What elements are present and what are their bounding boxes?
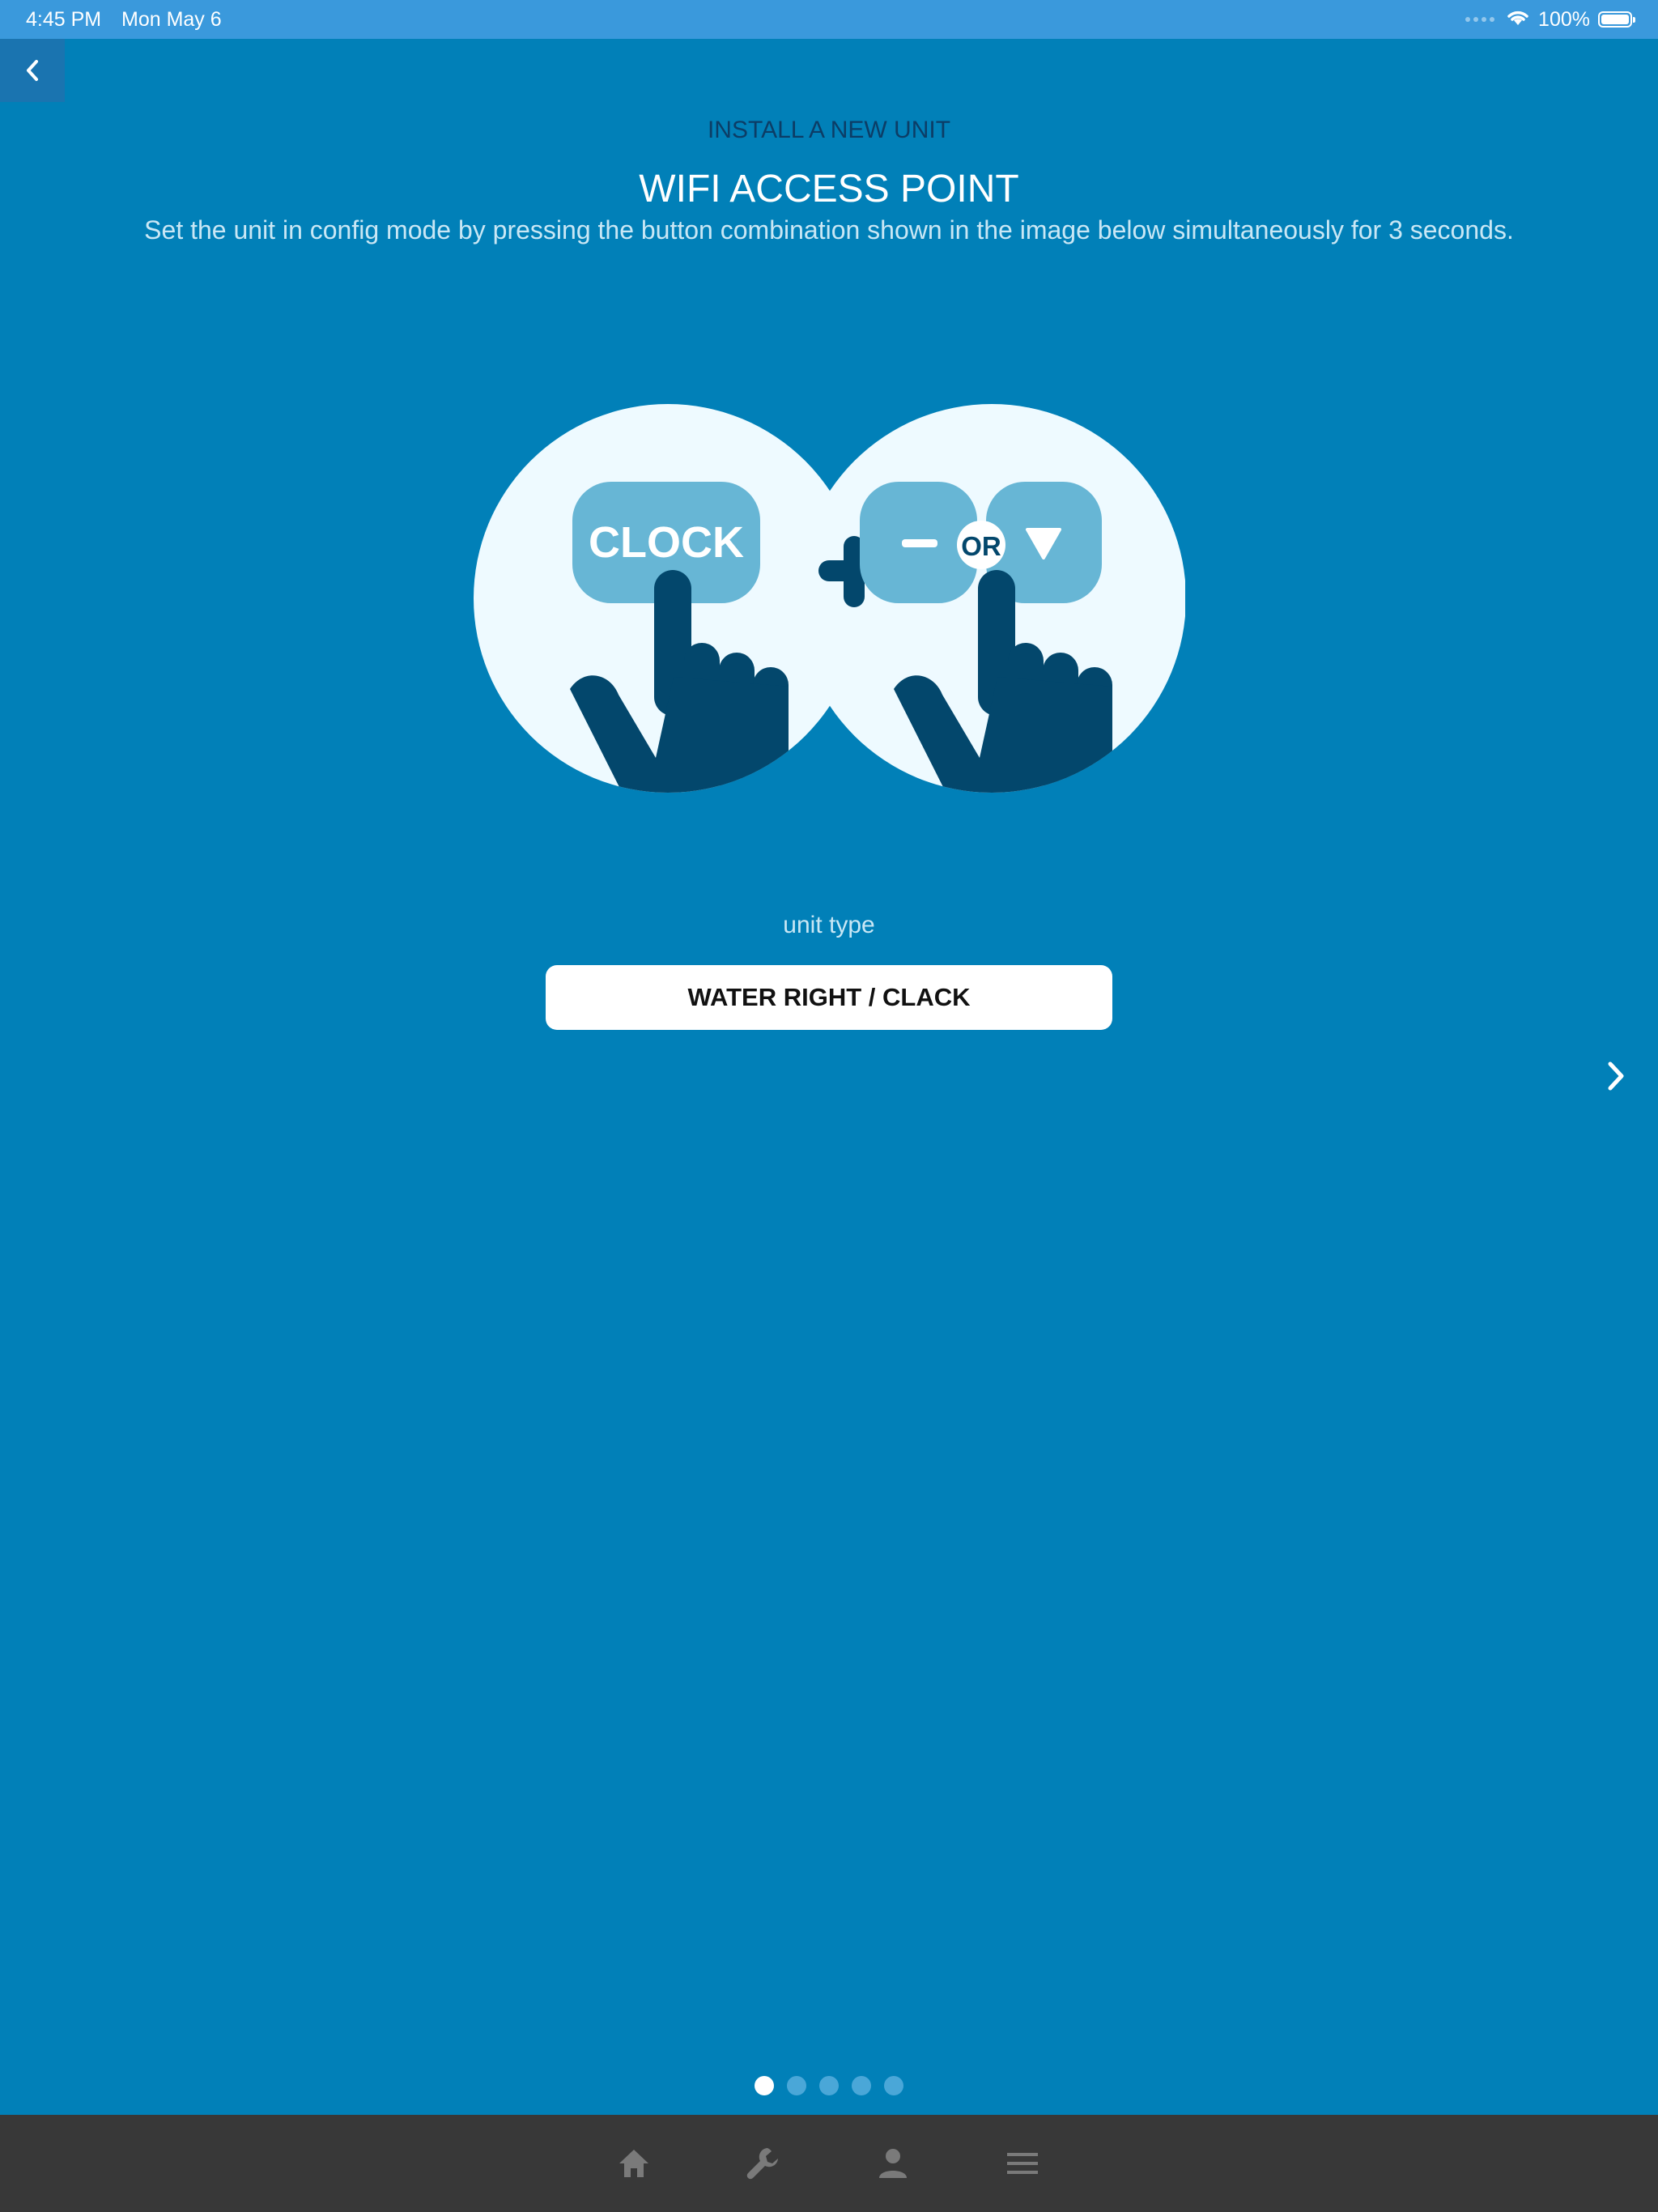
tab-account[interactable] <box>873 2143 913 2184</box>
back-button[interactable] <box>0 39 65 102</box>
minus-icon <box>902 539 937 547</box>
person-icon <box>879 2149 907 2178</box>
status-indicators: 100% <box>1465 5 1635 34</box>
page-title: WIFI ACCESS POINT <box>639 168 1019 211</box>
page-indicator <box>0 2076 1658 2095</box>
unit-type-select[interactable]: WATER RIGHT / CLACK <box>546 965 1112 1030</box>
battery-percentage: 100% <box>1538 7 1590 31</box>
next-button[interactable] <box>1598 1056 1634 1096</box>
tab-menu[interactable] <box>1002 2143 1043 2184</box>
tab-home[interactable] <box>614 2143 654 2184</box>
status-bar: 4:45 PM Mon May 6 100% <box>0 0 1658 39</box>
page-dot[interactable] <box>755 2076 774 2095</box>
chevron-right-icon <box>1608 1061 1624 1091</box>
cellular-signal-icon <box>1465 17 1495 22</box>
page-dot[interactable] <box>787 2076 806 2095</box>
tab-bar <box>0 2115 1658 2212</box>
or-badge-label: OR <box>961 531 1001 561</box>
unit-type-label: unit type <box>783 912 875 938</box>
chevron-left-icon <box>27 60 38 81</box>
battery-icon <box>1598 11 1635 28</box>
home-icon <box>619 2150 648 2177</box>
status-date: Mon May 6 <box>121 8 222 31</box>
page-dot[interactable] <box>819 2076 839 2095</box>
page-dot[interactable] <box>884 2076 903 2095</box>
wrench-icon <box>746 2148 778 2180</box>
tab-tools[interactable] <box>743 2143 784 2184</box>
button-combination-illustration: CLOCK OR <box>474 404 1185 793</box>
page-dot[interactable] <box>852 2076 871 2095</box>
clock-button-label: CLOCK <box>589 518 744 567</box>
menu-icon <box>1007 2153 1038 2174</box>
wifi-icon <box>1506 7 1530 32</box>
instructions-text: Set the unit in config mode by pressing … <box>144 215 1514 245</box>
status-time: 4:45 PM <box>26 8 102 31</box>
page-overline: INSTALL A NEW UNIT <box>707 117 951 143</box>
